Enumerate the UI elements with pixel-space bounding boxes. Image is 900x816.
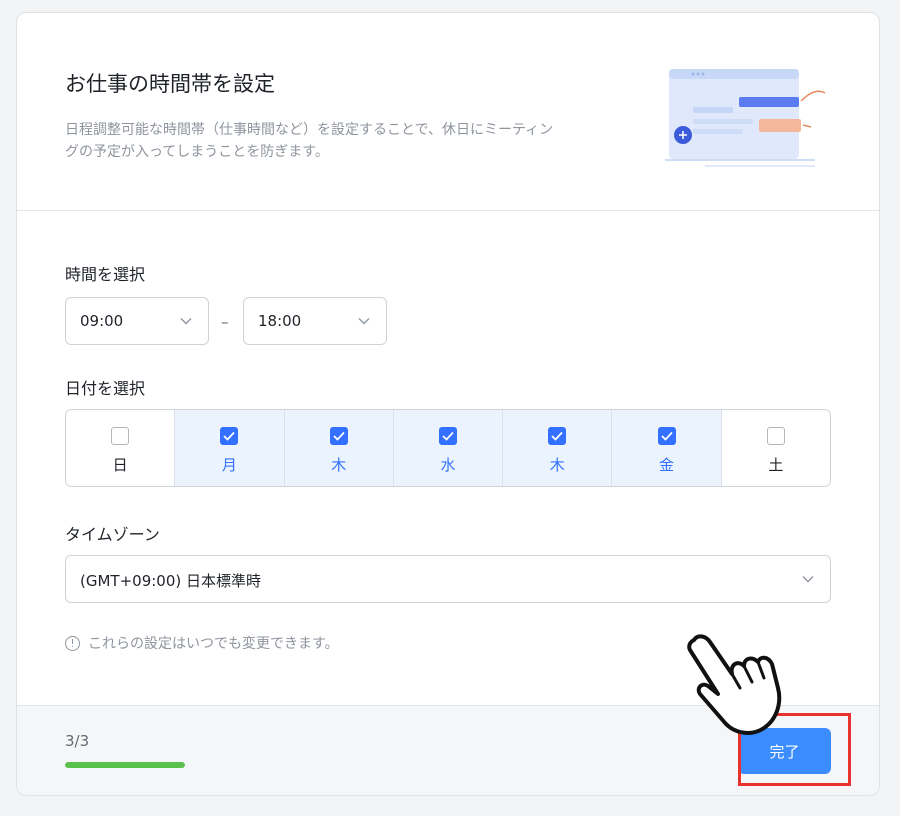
progress-fill xyxy=(65,762,185,768)
end-time-select[interactable]: 18:00 xyxy=(243,297,387,345)
checkbox[interactable] xyxy=(548,427,567,445)
timezone-select[interactable]: (GMT+09:00) 日本標準時 xyxy=(65,555,831,603)
time-separator: – xyxy=(221,313,229,331)
end-time-value: 18:00 xyxy=(258,312,302,330)
checkbox[interactable] xyxy=(657,427,676,445)
checkbox[interactable] xyxy=(438,427,457,445)
page-title: お仕事の時間帯を設定 xyxy=(65,72,275,96)
card-header: お仕事の時間帯を設定 日程調整可能な時間帯（仕事時間など）を設定することで、休日… xyxy=(17,13,879,211)
day-thursday[interactable]: 木 xyxy=(503,410,613,486)
step-counter: 3/3 xyxy=(65,732,90,750)
day-tuesday[interactable]: 木 xyxy=(284,410,394,486)
progress-bar xyxy=(65,762,185,768)
time-label: 時間を選択 xyxy=(65,265,146,284)
day-wednesday[interactable]: 水 xyxy=(393,410,504,486)
note-text: これらの設定はいつでも変更できます。 xyxy=(88,636,339,652)
day-label: 土 xyxy=(768,456,784,474)
chevron-down-icon xyxy=(802,576,814,583)
checkmark-icon xyxy=(551,431,563,441)
day-monday[interactable]: 月 xyxy=(175,410,285,486)
settings-note: これらの設定はいつでも変更できます。 xyxy=(65,633,339,653)
day-label: 月 xyxy=(221,456,237,474)
day-sunday[interactable]: 日 xyxy=(66,410,176,486)
calendar-illustration-icon xyxy=(665,69,826,167)
weekday-selector: 日 月 木 水 木 金 土 xyxy=(65,409,831,487)
checkmark-icon xyxy=(442,431,454,441)
chevron-down-icon xyxy=(180,318,192,325)
timezone-value: (GMT+09:00) 日本標準時 xyxy=(80,572,261,590)
checkbox[interactable] xyxy=(766,427,785,445)
day-label: 日 xyxy=(112,456,128,474)
checkmark-icon xyxy=(660,431,673,441)
day-friday[interactable]: 金 xyxy=(612,410,722,486)
timezone-label: タイムゾーン xyxy=(65,525,160,544)
start-time-select[interactable]: 09:00 xyxy=(65,297,209,345)
hand-pointer-icon xyxy=(687,634,782,735)
checkbox[interactable] xyxy=(111,427,130,445)
start-time-value: 09:00 xyxy=(80,312,124,330)
checkmark-icon xyxy=(223,431,236,441)
info-icon xyxy=(65,635,80,651)
page-description: 日程調整可能な時間帯（仕事時間など）を設定することで、休日にミーティングの予定が… xyxy=(65,122,554,160)
checkbox[interactable] xyxy=(220,427,239,445)
checkbox[interactable] xyxy=(329,427,348,445)
day-label: 木 xyxy=(331,456,347,474)
checkmark-icon xyxy=(333,431,345,441)
day-label: 木 xyxy=(549,456,565,474)
days-label: 日付を選択 xyxy=(65,379,146,398)
day-saturday[interactable]: 土 xyxy=(721,410,830,486)
chevron-down-icon xyxy=(358,318,370,325)
day-label: 水 xyxy=(440,456,456,474)
day-label: 金 xyxy=(659,456,675,474)
